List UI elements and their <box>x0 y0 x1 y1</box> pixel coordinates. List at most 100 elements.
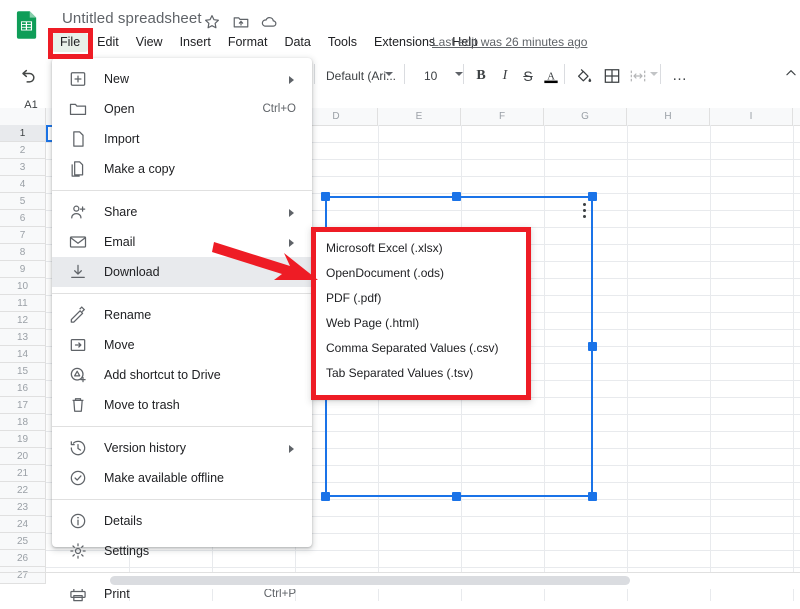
resize-handle-middle-right[interactable] <box>588 342 597 351</box>
menu-item-insert[interactable]: Insert <box>172 33 219 52</box>
object-more-options-icon[interactable] <box>578 200 590 224</box>
row-header-10[interactable]: 10 <box>0 278 46 295</box>
row-header-15[interactable]: 15 <box>0 363 46 380</box>
resize-handle-bottom-right[interactable] <box>588 492 597 501</box>
file-menu-item-label: Move <box>104 338 135 352</box>
row-header-19[interactable]: 19 <box>0 431 46 448</box>
resize-handle-top-center[interactable] <box>452 192 461 201</box>
menu-item-format[interactable]: Format <box>220 33 276 52</box>
row-header-11[interactable]: 11 <box>0 295 46 312</box>
row-header-18[interactable]: 18 <box>0 414 46 431</box>
rename-pencil-icon <box>70 306 86 323</box>
svg-text:A: A <box>547 70 555 82</box>
row-header-22[interactable]: 22 <box>0 482 46 499</box>
row-header-3[interactable]: 3 <box>0 159 46 176</box>
menu-item-data[interactable]: Data <box>276 33 318 52</box>
menu-divider <box>52 499 312 500</box>
file-menu-item-settings[interactable]: Settings <box>52 536 312 566</box>
resize-handle-top-left[interactable] <box>321 192 330 201</box>
cloud-status-icon[interactable] <box>260 13 278 31</box>
last-edit-status[interactable]: Last edit was 26 minutes ago <box>432 35 587 49</box>
row-header-27[interactable]: 27 <box>0 567 46 584</box>
column-header-f[interactable]: F <box>461 108 544 125</box>
star-icon[interactable] <box>203 13 221 31</box>
select-all-corner[interactable] <box>0 108 46 125</box>
italic-button[interactable]: I <box>495 66 515 86</box>
chevron-down-icon[interactable] <box>650 72 658 76</box>
file-menu-item-label: Make a copy <box>104 162 175 176</box>
file-menu-item-new[interactable]: New <box>52 64 312 94</box>
text-color-icon[interactable]: A <box>541 66 561 86</box>
row-header-9[interactable]: 9 <box>0 261 46 278</box>
row-header-14[interactable]: 14 <box>0 346 46 363</box>
file-menu-item-add-shortcut-to-drive[interactable]: Add shortcut to Drive <box>52 360 312 390</box>
file-menu-item-open[interactable]: Open Ctrl+O <box>52 94 312 124</box>
column-header-i[interactable]: I <box>710 108 793 125</box>
annotation-box-download-formats <box>311 227 531 400</box>
row-header-5[interactable]: 5 <box>0 193 46 210</box>
merge-cells-icon[interactable] <box>628 66 648 86</box>
document-title[interactable]: Untitled spreadsheet <box>62 10 202 27</box>
chevron-down-icon[interactable] <box>455 72 463 76</box>
file-menu-item-label: Details <box>104 514 143 528</box>
toolbar-divider <box>564 64 565 84</box>
menu-item-view[interactable]: View <box>128 33 171 52</box>
move-to-folder-icon[interactable] <box>232 13 250 31</box>
history-clock-icon <box>70 440 86 456</box>
row-header-26[interactable]: 26 <box>0 550 46 567</box>
row-header-7[interactable]: 7 <box>0 227 46 244</box>
column-header-g[interactable]: G <box>544 108 627 125</box>
row-header-16[interactable]: 16 <box>0 380 46 397</box>
file-menu-item-details[interactable]: Details <box>52 506 312 536</box>
fill-color-icon[interactable] <box>574 66 594 86</box>
resize-handle-bottom-left[interactable] <box>321 492 330 501</box>
borders-icon[interactable] <box>602 66 622 86</box>
file-menu-item-make-available-offline[interactable]: Make available offline <box>52 463 312 493</box>
file-menu-item-label: Email <box>104 235 136 249</box>
chevron-down-icon[interactable] <box>385 72 393 76</box>
file-menu-item-label: New <box>104 72 130 86</box>
file-menu-item-rename[interactable]: Rename <box>52 300 312 330</box>
menu-divider <box>52 426 312 427</box>
row-header-24[interactable]: 24 <box>0 516 46 533</box>
row-header-25[interactable]: 25 <box>0 533 46 550</box>
row-header-13[interactable]: 13 <box>0 329 46 346</box>
file-menu-item-share[interactable]: Share <box>52 197 312 227</box>
menu-item-edit[interactable]: Edit <box>89 33 127 52</box>
file-menu-item-import[interactable]: Import <box>52 124 312 154</box>
row-header-17[interactable]: 17 <box>0 397 46 414</box>
row-header-12[interactable]: 12 <box>0 312 46 329</box>
menu-divider <box>52 190 312 191</box>
resize-handle-bottom-center[interactable] <box>452 492 461 501</box>
chevron-up-icon[interactable] <box>784 66 798 80</box>
undo-icon[interactable] <box>18 66 38 86</box>
file-menu-item-version-history[interactable]: Version history <box>52 433 312 463</box>
row-header-23[interactable]: 23 <box>0 499 46 516</box>
row-header-2[interactable]: 2 <box>0 142 46 159</box>
row-header-20[interactable]: 20 <box>0 448 46 465</box>
download-icon <box>71 264 85 279</box>
row-header-1[interactable]: 1 <box>0 125 46 142</box>
file-menu-item-make-a-copy[interactable]: Make a copy <box>52 154 312 184</box>
person-add-icon <box>71 205 86 219</box>
menu-bar: File Edit View Insert Format Data Tools Extensi… <box>52 33 487 52</box>
bold-button[interactable]: B <box>471 66 491 86</box>
file-menu-item-label: Version history <box>104 441 186 455</box>
column-header-e[interactable]: E <box>378 108 461 125</box>
row-header-21[interactable]: 21 <box>0 465 46 482</box>
font-size-selector[interactable]: 10 <box>424 69 437 83</box>
file-menu-item-label: Add shortcut to Drive <box>104 368 221 382</box>
file-dropdown-menu[interactable]: New Open Ctrl+O Import Make a copy Share Email… <box>52 58 312 602</box>
file-menu-item-move[interactable]: Move <box>52 330 312 360</box>
row-header-8[interactable]: 8 <box>0 244 46 261</box>
row-header-6[interactable]: 6 <box>0 210 46 227</box>
menu-divider <box>52 293 312 294</box>
horizontal-scrollbar-thumb[interactable] <box>110 576 630 585</box>
more-options-button[interactable]: … <box>670 66 690 86</box>
strikethrough-button[interactable]: S <box>518 66 538 86</box>
column-header-h[interactable]: H <box>627 108 710 125</box>
row-header-4[interactable]: 4 <box>0 176 46 193</box>
file-menu-item-move-to-trash[interactable]: Move to trash <box>52 390 312 420</box>
menu-item-tools[interactable]: Tools <box>320 33 365 52</box>
file-menu-item-label: Share <box>104 205 138 219</box>
